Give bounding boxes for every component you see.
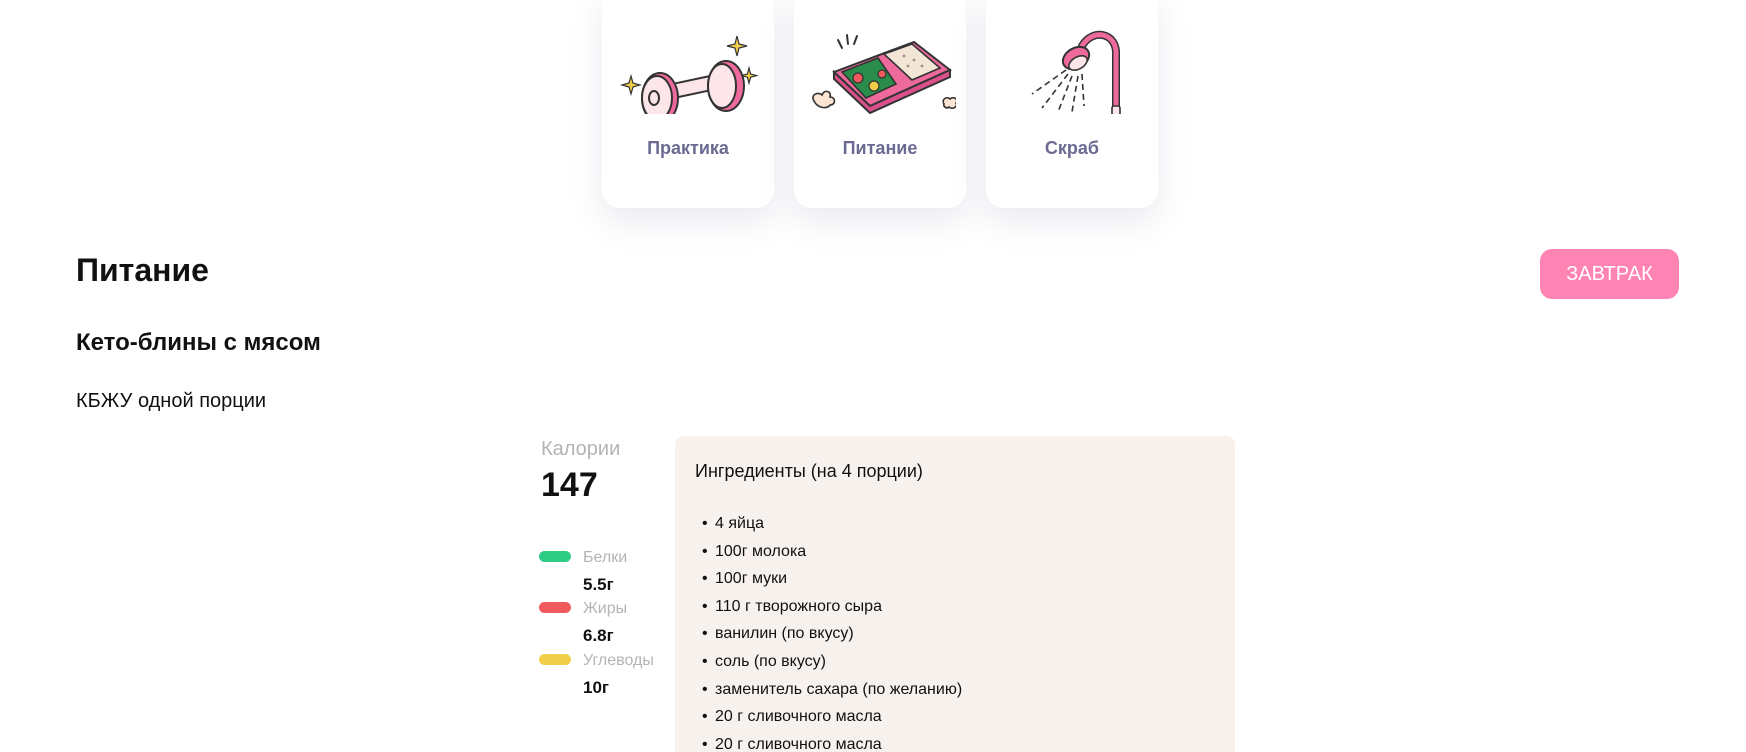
calories-value: 147 (541, 466, 598, 504)
fat-color-marker (539, 602, 571, 613)
dumbbell-icon (612, 14, 764, 124)
calories-label: Калории (541, 438, 621, 460)
recipe-title: Кето-блины с мясом (76, 329, 321, 356)
ingredient-item: соль (по вкусу) (695, 648, 962, 676)
kbju-label: КБЖУ одной порции (76, 390, 267, 412)
page: Практика Питание Скраб Питание ЗАВТРАК К… (0, 0, 1746, 752)
food-tray-icon (804, 14, 958, 115)
shower-icon (996, 14, 1148, 117)
carbs-color-marker (539, 654, 571, 665)
ingredient-item: 20 г сливочного масла (695, 731, 962, 752)
protein-label: Белки (583, 549, 628, 566)
meal-type-button[interactable]: ЗАВТРАК (1540, 249, 1679, 299)
ingredient-item: 4 яйца (695, 510, 962, 538)
category-card-practice[interactable]: Практика (602, 0, 774, 208)
protein-color-marker (539, 551, 571, 562)
category-card-nutrition[interactable]: Питание (794, 0, 966, 208)
category-card-scrub[interactable]: Скраб (986, 0, 1158, 208)
fat-value: 6.8г (583, 626, 614, 645)
category-label: Скраб (1044, 138, 1100, 158)
ingredient-item: ванилин (по вкусу) (695, 620, 962, 648)
fat-label: Жиры (583, 600, 628, 617)
category-label: Питание (842, 138, 918, 158)
protein-value: 5.5г (583, 575, 614, 594)
ingredient-item: 100г муки (695, 565, 962, 593)
ingredient-item: 110 г творожного сыра (695, 593, 962, 621)
category-label: Практика (647, 138, 729, 158)
ingredients-list: 4 яйца 100г молока 100г муки 110 г творо… (695, 510, 962, 752)
section-title: Питание (76, 252, 209, 288)
ingredients-panel: Ингредиенты (на 4 порции) 4 яйца 100г мо… (675, 436, 1235, 752)
ingredient-item: 100г молока (695, 538, 962, 566)
carbs-value: 10г (583, 678, 609, 697)
ingredient-item: 20 г сливочного масла (695, 703, 962, 731)
carbs-label: Углеводы (583, 652, 654, 669)
category-cards: Практика Питание Скраб (602, 0, 1158, 208)
ingredient-item: заменитель сахара (по желанию) (695, 676, 962, 704)
ingredients-title: Ингредиенты (на 4 порции) (695, 461, 923, 481)
